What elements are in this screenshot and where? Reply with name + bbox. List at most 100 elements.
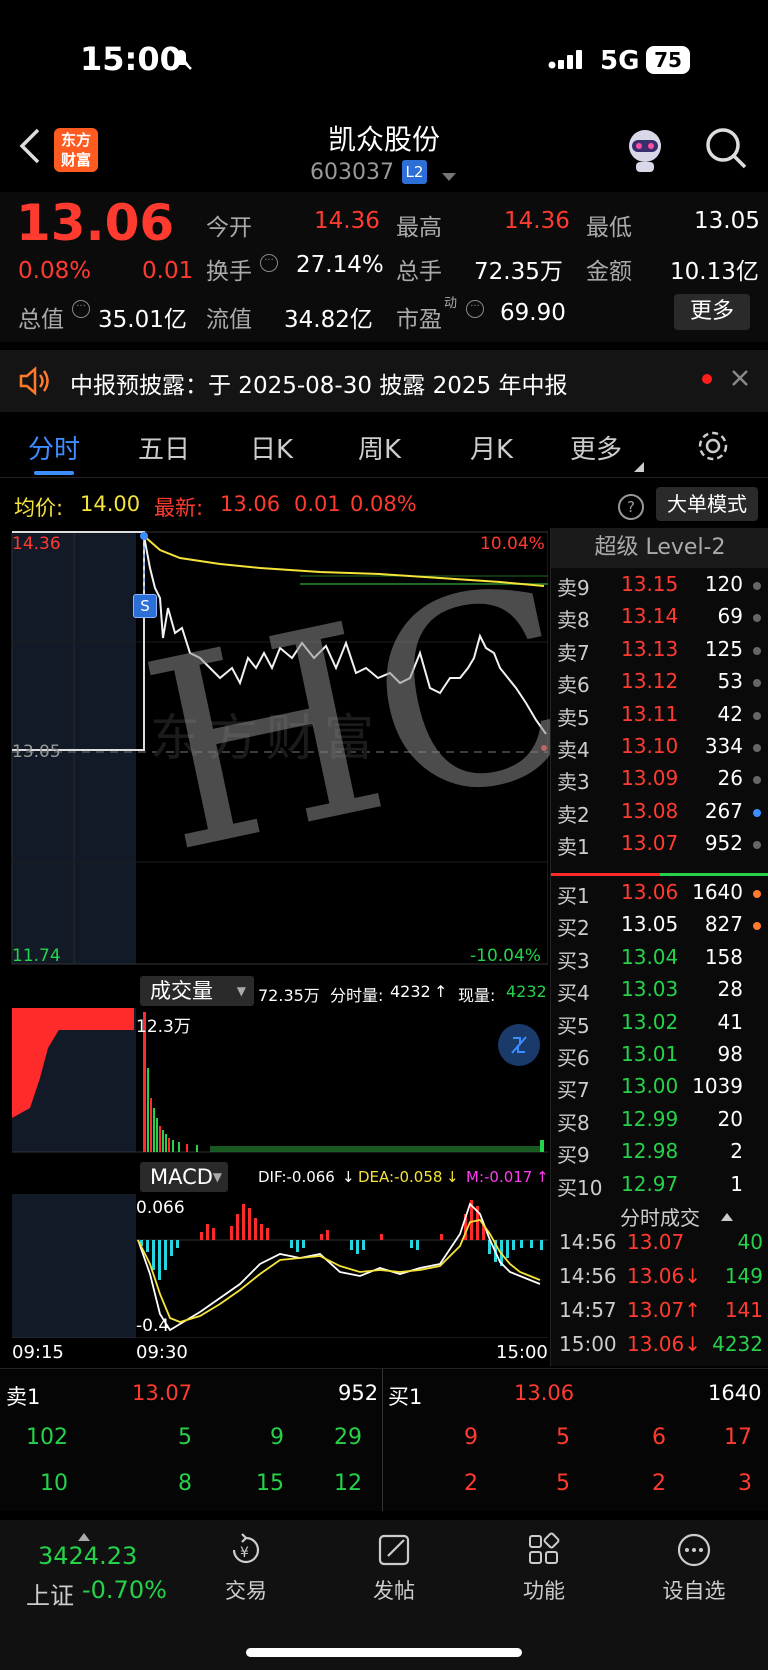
nav-functions-label: 功能	[523, 1579, 565, 1603]
period-volume-value: 4232	[390, 982, 431, 1001]
level-badge[interactable]: L2	[402, 160, 427, 184]
trade-volume: 4232	[712, 1332, 763, 1356]
help-icon[interactable]: ?	[618, 494, 644, 520]
volume-total: 72.35万	[258, 986, 320, 1005]
ask-row[interactable]: 卖1 13.07 952	[557, 831, 767, 863]
bid-level-label: 买6	[557, 1046, 590, 1070]
notice-bar[interactable]: 中报预披露：于 2025-08-30 披露 2025 年中报	[0, 350, 768, 412]
tab-more[interactable]: 更多	[570, 429, 622, 466]
trade-icon: ¥	[232, 1533, 260, 1564]
macd-indicator-select[interactable]: MACD ▼	[140, 1162, 228, 1192]
ask-level-label: 卖9	[557, 576, 590, 600]
queue-ask-label: 卖1	[6, 1385, 41, 1409]
bid-row[interactable]: 买2 13.05 827	[557, 912, 767, 944]
ask-row[interactable]: 卖3 13.09 26	[557, 766, 767, 798]
ask-row[interactable]: 卖9 13.15 120	[557, 572, 767, 604]
tab-intraday[interactable]: 分时	[28, 429, 80, 466]
expand-up-icon[interactable]	[721, 1206, 733, 1225]
nav-add-watchlist[interactable]: 设自选	[634, 1530, 754, 1605]
nav-post[interactable]: 发帖	[334, 1530, 454, 1605]
chevron-down-icon: ▼	[212, 1170, 222, 1184]
ask-price: 13.08	[621, 798, 679, 823]
ask-volume: 334	[704, 734, 743, 758]
bid-row[interactable]: 买7 13.00 1039	[557, 1074, 767, 1106]
trade-volume: 40	[737, 1230, 763, 1254]
nav-functions[interactable]: 功能	[484, 1530, 604, 1605]
bid-volume: 2	[730, 1139, 743, 1164]
search-icon[interactable]	[704, 126, 748, 174]
index-value[interactable]: 3424.23	[38, 1542, 137, 1570]
tab-monthly-k[interactable]: 月K	[470, 429, 513, 466]
speaker-icon	[18, 366, 52, 400]
dropdown-icon[interactable]	[442, 168, 456, 187]
ask-row[interactable]: 卖5 13.11 42	[557, 702, 767, 734]
dif-arrow-icon: ↓	[342, 1168, 355, 1186]
current-price: 13.06	[16, 194, 175, 252]
bid-level-label: 买8	[557, 1110, 590, 1135]
expand-icon[interactable]	[498, 1024, 540, 1066]
queue-order-size: 5	[178, 1425, 192, 1450]
close-icon[interactable]	[730, 368, 750, 392]
tab-five-day[interactable]: 五日	[138, 429, 190, 466]
mid-price-label: 13.05	[12, 742, 61, 762]
intraday-price-chart[interactable]: 14.36 13.05 11.74 10.04% -10.04% S 东方财富 …	[0, 527, 602, 968]
network-type: 5G	[600, 46, 640, 76]
ask-row[interactable]: 卖4 13.10 334	[557, 734, 767, 766]
tab-weekly-k[interactable]: 周K	[358, 429, 401, 466]
trade-row: 14:57 13.07↑ 141	[559, 1298, 768, 1330]
stock-code: 603037	[310, 160, 394, 185]
period-volume-label: 分时量:	[330, 986, 384, 1005]
volume-dot	[753, 679, 761, 688]
bid-level-label: 买2	[557, 916, 590, 941]
active-tab-indicator	[34, 471, 74, 475]
macd-panel: MACD ▼ DIF:-0.066 ↓ DEA:-0.058 ↓ M:-0.01…	[0, 1158, 549, 1368]
volume-dot	[753, 646, 761, 655]
volume-bars-svg	[12, 1008, 548, 1153]
bid-row[interactable]: 买4 13.03 28	[557, 977, 767, 1009]
ask-price: 13.15	[621, 572, 679, 596]
ask-row[interactable]: 卖6 13.12 53	[557, 669, 767, 701]
volume-indicator-select[interactable]: 成交量 ▼	[140, 976, 254, 1006]
mktcap-info-icon[interactable]: ···	[72, 300, 90, 318]
queue-order-size: 10	[40, 1471, 68, 1496]
pe-sup: 动	[444, 296, 458, 311]
bid-row[interactable]: 买3 13.04 158	[557, 945, 767, 977]
ask-row[interactable]: 卖2 13.08 267	[557, 799, 767, 831]
robot-assistant-icon[interactable]	[620, 124, 670, 178]
bid-row[interactable]: 买9 12.98 2	[557, 1139, 767, 1171]
ask-price: 13.07	[621, 831, 679, 856]
bid-row[interactable]: 买8 12.99 20	[557, 1107, 767, 1139]
turnover-info-icon[interactable]: ···	[260, 254, 278, 272]
bid-row[interactable]: 买6 13.01 98	[557, 1042, 767, 1074]
pe-label: 市盈	[396, 307, 442, 333]
open-label: 今开	[206, 215, 252, 241]
bid-row[interactable]: 买5 13.02 41	[557, 1010, 767, 1042]
change-pct: 0.08%	[18, 258, 92, 284]
bid-volume: 28	[717, 977, 743, 1002]
bid-level-label: 买3	[557, 948, 590, 973]
pe-info-icon[interactable]: ···	[466, 300, 484, 318]
ask-price: 13.09	[621, 766, 679, 791]
bid-row[interactable]: 买1 13.06 1640	[557, 880, 767, 912]
bid-price: 13.05	[621, 912, 679, 937]
more-button[interactable]: 更多	[674, 294, 750, 330]
tab-daily-k[interactable]: 日K	[250, 429, 293, 466]
bottom-price-label: 11.74	[12, 946, 61, 966]
ask-row[interactable]: 卖7 13.13 125	[557, 637, 767, 669]
ask-volume: 42	[717, 701, 743, 726]
ask-row[interactable]: 卖8 13.14 69	[557, 604, 767, 636]
trades-title: 分时成交	[620, 1206, 700, 1230]
chart-tabs: 分时 五日 日K 周K 月K 更多	[0, 415, 768, 478]
avg-value: 14.00	[80, 492, 141, 516]
trade-time: 14:57	[559, 1298, 617, 1322]
settings-gear-icon[interactable]	[696, 429, 730, 467]
ask-level-label: 卖3	[557, 770, 590, 795]
trade-price: 13.07	[627, 1230, 685, 1254]
price-info-line: 均价: 14.00 最新: 13.06 0.01 0.08% ? 大单模式	[0, 482, 768, 528]
big-order-mode-button[interactable]: 大单模式	[656, 487, 758, 521]
trade-ticker[interactable]: 分时成交 14:56 13.07 40 14:56 13.06↓ 149 14:57 13.0…	[550, 1198, 768, 1366]
volume-max-label: 12.3万	[136, 1017, 191, 1037]
volume-dot	[753, 582, 761, 590]
nav-trade[interactable]: ¥ 交易	[186, 1530, 306, 1605]
trade-time: 14:56	[559, 1230, 617, 1254]
